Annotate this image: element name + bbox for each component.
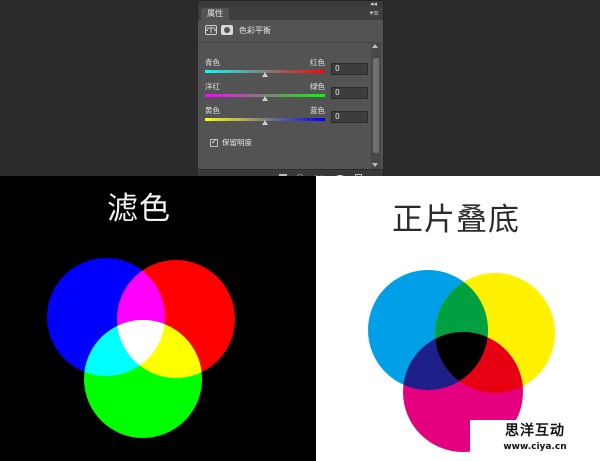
multiply-caption: 正片叠底 [392,202,520,238]
watermark-title: 思洋互动 [505,423,565,439]
watermark: 思洋互动 www.ciya.cn [470,420,600,461]
watermark-url: www.ciya.cn [503,442,567,452]
screen-caption: 滤色 [107,191,171,227]
